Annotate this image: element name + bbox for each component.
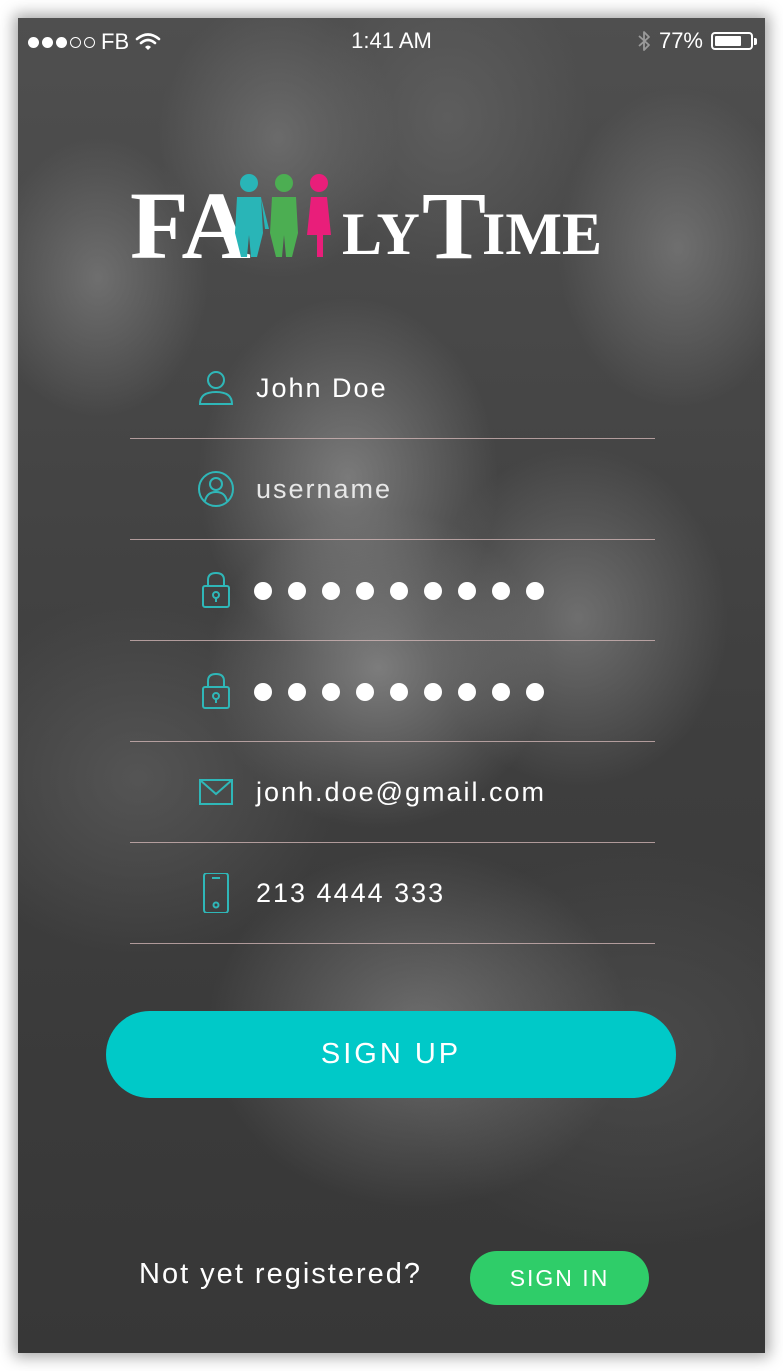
full-name-field[interactable]: John Doe xyxy=(130,338,655,439)
phone-value[interactable]: 213 4444 333 xyxy=(256,873,445,914)
phone-field[interactable]: 213 4444 333 xyxy=(130,843,655,944)
full-name-value[interactable]: John Doe xyxy=(256,368,388,409)
battery-fill xyxy=(715,36,741,46)
app-screen: FB 1:41 AM 77% FA LY T IME John Doe user… xyxy=(18,18,765,1353)
envelope-icon xyxy=(199,779,233,805)
email-value[interactable]: jonh.doe@gmail.com xyxy=(256,772,546,813)
battery-percent: 77% xyxy=(658,28,703,53)
username-placeholder[interactable]: username xyxy=(256,469,392,510)
battery-icon xyxy=(711,32,757,50)
confirm-password-field[interactable] xyxy=(130,641,655,742)
battery-nub xyxy=(754,38,757,45)
logo-text-t: T xyxy=(422,172,487,279)
logo-text-ly: LY xyxy=(342,201,420,267)
sign-in-button[interactable]: SIGN IN xyxy=(470,1251,649,1305)
signup-form: John Doe username jonh.doe@gmail.com 213… xyxy=(130,338,655,944)
sign-up-button[interactable]: SIGN UP xyxy=(106,1011,676,1098)
mobile-phone-icon xyxy=(203,873,229,913)
familytime-logo: FA LY T IME xyxy=(130,168,660,274)
family-figures-icon xyxy=(235,174,331,257)
email-field[interactable]: jonh.doe@gmail.com xyxy=(130,742,655,843)
confirm-password-masked-value[interactable] xyxy=(254,683,544,701)
not-registered-prompt: Not yet registered? xyxy=(139,1258,423,1290)
lock-icon xyxy=(202,672,230,709)
person-icon xyxy=(198,371,234,405)
status-right: 77% xyxy=(637,28,757,54)
password-masked-value[interactable] xyxy=(254,582,544,600)
bluetooth-icon xyxy=(638,31,650,51)
status-bar: FB 1:41 AM 77% xyxy=(18,18,765,64)
logo-text-ime: IME xyxy=(482,201,602,267)
username-field[interactable]: username xyxy=(130,439,655,540)
password-field[interactable] xyxy=(130,540,655,641)
account-circle-icon xyxy=(198,471,234,507)
lock-icon xyxy=(202,571,230,608)
